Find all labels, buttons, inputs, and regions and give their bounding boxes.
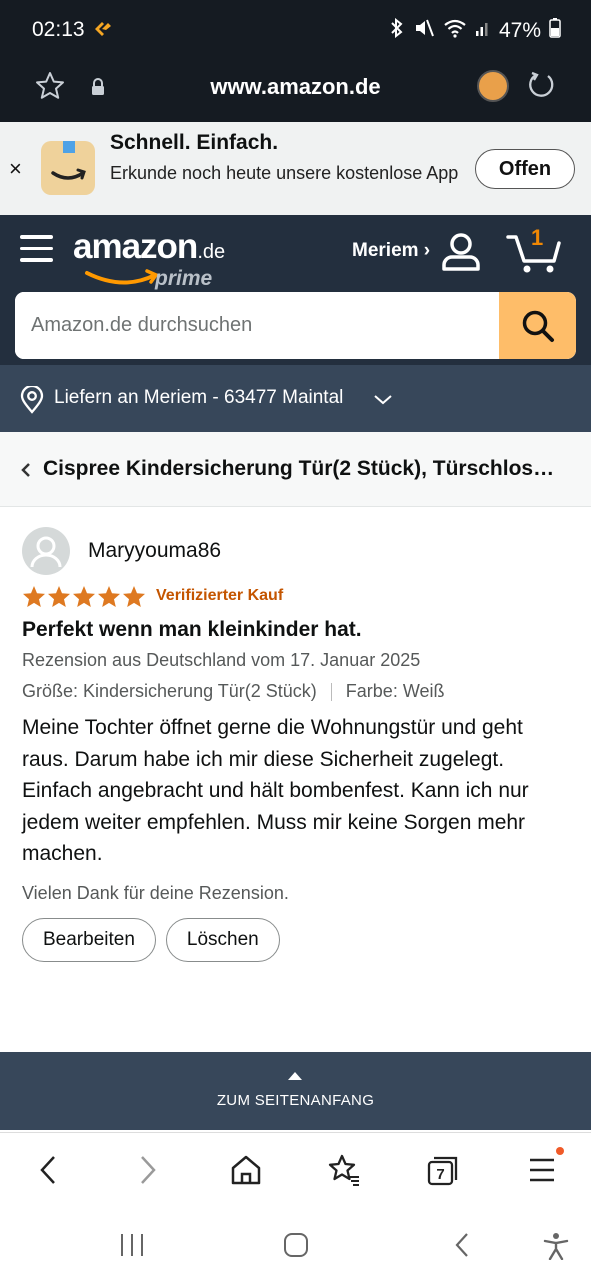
chevron-left-icon bbox=[21, 462, 31, 483]
star-icon bbox=[73, 585, 95, 607]
delete-button[interactable]: Löschen bbox=[165, 917, 280, 962]
account-link[interactable]: Meriem › bbox=[352, 240, 430, 262]
star-rating bbox=[22, 585, 146, 608]
home-button-icon[interactable] bbox=[283, 1232, 309, 1263]
review-card: Maryyouma86 Verifizierter Kauf Perfekt w… bbox=[22, 527, 572, 962]
product-title[interactable]: Cispree Kindersicherung Tür(2 Stück), Tü… bbox=[43, 457, 563, 481]
deliver-to-bar[interactable]: Liefern an Meriem - 63477 Maintal bbox=[0, 365, 591, 432]
forward-arrow-icon[interactable] bbox=[137, 1153, 159, 1192]
star-icon bbox=[23, 585, 45, 607]
variant-color: Farbe: Weiß bbox=[345, 681, 445, 701]
hamburger-menu-icon[interactable] bbox=[528, 1153, 556, 1192]
system-nav-bar bbox=[0, 1210, 591, 1280]
review-thanks: Vielen Dank für deine Rezension. bbox=[22, 882, 289, 903]
variant-divider bbox=[330, 682, 332, 701]
variant-size: Größe: Kindersicherung Tür(2 Stück) bbox=[22, 681, 317, 701]
back-to-top-label: ZUM SEITENANFANG bbox=[216, 1092, 375, 1109]
reload-icon[interactable] bbox=[526, 70, 556, 105]
reviewer-name: Maryyouma86 bbox=[88, 539, 222, 562]
rating-row: Verifizierter Kauf bbox=[22, 584, 572, 608]
notification-dot bbox=[556, 1147, 564, 1155]
open-app-button[interactable]: Offen bbox=[475, 149, 575, 189]
wifi-icon bbox=[443, 18, 467, 44]
battery-text: 47% bbox=[498, 19, 541, 42]
reviewer-row: Maryyouma86 bbox=[22, 527, 572, 575]
status-icons: 47% bbox=[389, 17, 561, 44]
app-banner: × Schnell. Einfach. Erkunde noch heute u… bbox=[0, 122, 591, 215]
banner-title: Schnell. Einfach. bbox=[110, 131, 279, 154]
edit-button[interactable]: Bearbeiten bbox=[22, 917, 156, 962]
bookmarks-icon[interactable] bbox=[327, 1153, 361, 1192]
battery-icon bbox=[549, 18, 561, 44]
amazon-app-icon bbox=[41, 141, 95, 195]
logo-tld: .de bbox=[197, 241, 226, 263]
chevron-down-icon bbox=[373, 393, 393, 411]
star-icon bbox=[98, 585, 120, 607]
signal-icon bbox=[475, 19, 491, 43]
tabs-count: 7 bbox=[436, 1166, 444, 1183]
logo-word: amazon bbox=[73, 227, 198, 266]
close-banner-icon[interactable]: × bbox=[9, 156, 22, 182]
amazon-logo[interactable]: amazon.de prime bbox=[73, 227, 226, 290]
cart-count[interactable]: 1 bbox=[531, 225, 543, 251]
avatar bbox=[22, 527, 70, 575]
search-icon bbox=[522, 310, 554, 342]
review-variant: Größe: Kindersicherung Tür(2 Stück) Farb… bbox=[22, 681, 572, 702]
back-arrow-icon[interactable] bbox=[37, 1153, 59, 1192]
star-icon bbox=[123, 585, 145, 607]
status-time: 02:13 bbox=[32, 18, 85, 41]
browser-url-bar: www.amazon.de bbox=[0, 62, 591, 122]
back-button-icon[interactable] bbox=[452, 1232, 472, 1263]
logo-prime: prime bbox=[155, 267, 213, 290]
star-icon bbox=[48, 585, 70, 607]
search-button[interactable] bbox=[499, 292, 576, 359]
bluetooth-icon bbox=[389, 17, 405, 44]
search-input[interactable] bbox=[15, 292, 498, 359]
user-icon[interactable] bbox=[440, 232, 482, 277]
review-date: Rezension aus Deutschland vom 17. Januar… bbox=[22, 650, 421, 670]
search-bar bbox=[15, 292, 576, 359]
mute-icon bbox=[413, 18, 435, 44]
accessibility-icon[interactable] bbox=[543, 1232, 569, 1265]
tabs-icon[interactable]: 7 bbox=[426, 1153, 460, 1192]
verified-purchase-badge: Verifizierter Kauf bbox=[156, 587, 284, 604]
deliver-to-text: Liefern an Meriem - 63477 Maintal bbox=[54, 387, 344, 408]
menu-icon[interactable] bbox=[20, 235, 53, 265]
back-to-top-bar[interactable]: ZUM SEITENANFANG bbox=[0, 1052, 591, 1130]
status-bar: 02:13 47% bbox=[0, 0, 591, 62]
profile-avatar-icon[interactable] bbox=[477, 70, 509, 102]
recent-apps-icon[interactable] bbox=[118, 1232, 146, 1263]
home-icon[interactable] bbox=[230, 1153, 262, 1192]
caret-up-icon bbox=[287, 1068, 303, 1086]
review-actions: Bearbeiten Löschen bbox=[22, 917, 572, 962]
amazon-header: amazon.de prime Meriem › 1 bbox=[0, 215, 591, 365]
browser-toolbar: 7 bbox=[0, 1132, 591, 1210]
review-body: Meine Tochter öffnet gerne die Wohnungst… bbox=[22, 716, 529, 865]
app-notification-icon bbox=[92, 20, 114, 43]
product-back-bar[interactable]: Cispree Kindersicherung Tür(2 Stück), Tü… bbox=[0, 432, 591, 507]
review-title: Perfekt wenn man kleinkinder hat. bbox=[22, 618, 362, 641]
location-pin-icon bbox=[20, 384, 44, 419]
banner-subtitle: Erkunde noch heute unsere kostenlose App bbox=[110, 163, 459, 183]
